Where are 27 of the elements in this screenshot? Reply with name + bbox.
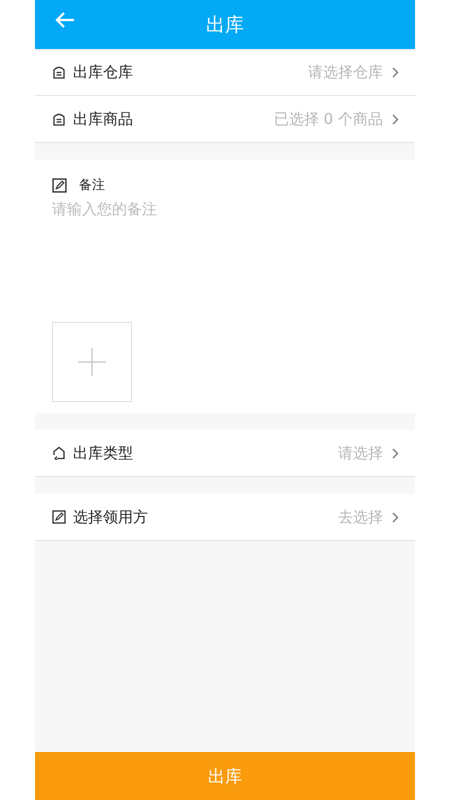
page-title: 出库 xyxy=(206,12,244,38)
remark-field[interactable]: 请输入您的备注 xyxy=(35,194,415,310)
row-label: 选择领用方 xyxy=(73,508,148,526)
remark-label: 备注 xyxy=(79,177,105,194)
row-value: 请选择仓库 xyxy=(308,62,383,82)
row-value: 请选择 xyxy=(338,444,383,462)
list-row[interactable]: 出库商品 已选择 0 个商品 xyxy=(35,96,415,143)
row-label: 出库类型 xyxy=(73,444,133,462)
document-icon xyxy=(52,112,66,126)
edit-icon xyxy=(52,178,67,192)
row-label: 出库仓库 xyxy=(73,62,133,82)
house-arrow-icon xyxy=(52,446,66,460)
row-label: 出库商品 xyxy=(73,110,133,128)
list-row[interactable]: 出库仓库 请选择仓库 xyxy=(35,49,415,96)
list-row[interactable]: 选择领用方 去选择 xyxy=(35,494,415,541)
document-icon xyxy=(52,65,66,79)
list-row[interactable]: 出库类型 请选择 xyxy=(35,430,415,477)
plus-icon xyxy=(77,347,107,377)
chevron-right-icon xyxy=(392,448,399,458)
row-value: 去选择 xyxy=(338,508,383,526)
row-value: 已选择 0 个商品 xyxy=(274,110,383,128)
chevron-right-icon xyxy=(392,114,399,124)
edit-icon xyxy=(52,510,66,524)
chevron-right-icon xyxy=(392,512,399,522)
chevron-right-icon xyxy=(392,66,399,78)
add-image-button[interactable] xyxy=(52,322,132,402)
back-arrow-icon[interactable] xyxy=(55,11,75,29)
